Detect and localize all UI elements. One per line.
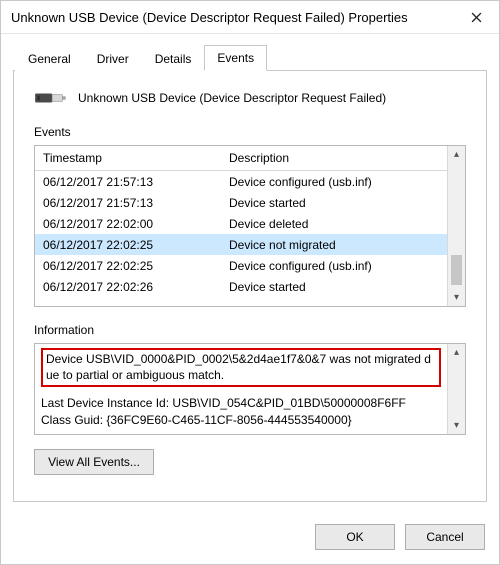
cell-description: Device not migrated bbox=[221, 236, 447, 254]
table-row[interactable]: 06/12/2017 22:02:26Device started bbox=[35, 276, 447, 297]
scroll-down-icon[interactable]: ▾ bbox=[448, 417, 465, 434]
tab-details[interactable]: Details bbox=[142, 46, 205, 71]
scroll-up-icon[interactable]: ▴ bbox=[448, 344, 465, 361]
cell-description: Device configured (usb.inf) bbox=[221, 173, 447, 191]
table-row[interactable]: 06/12/2017 22:02:25Device not migrated bbox=[35, 234, 447, 255]
scroll-up-icon[interactable]: ▴ bbox=[448, 146, 465, 163]
window-title: Unknown USB Device (Device Descriptor Re… bbox=[11, 10, 408, 25]
cell-description: Device configured (usb.inf) bbox=[221, 257, 447, 275]
cell-description: Device started bbox=[221, 194, 447, 212]
table-row[interactable]: 06/12/2017 22:02:25Device configured (us… bbox=[35, 255, 447, 276]
dialog-footer: OK Cancel bbox=[1, 514, 499, 564]
info-scrollbar[interactable]: ▴ ▾ bbox=[447, 344, 465, 434]
events-rows: 06/12/2017 21:57:13Device configured (us… bbox=[35, 171, 447, 303]
ok-button[interactable]: OK bbox=[315, 524, 395, 550]
table-row[interactable]: 06/12/2017 21:57:13Device started bbox=[35, 192, 447, 213]
cell-timestamp: 06/12/2017 21:57:13 bbox=[35, 173, 221, 191]
device-header: Unknown USB Device (Device Descriptor Re… bbox=[34, 87, 470, 109]
cell-timestamp: 06/12/2017 22:02:00 bbox=[35, 215, 221, 233]
properties-window: Unknown USB Device (Device Descriptor Re… bbox=[0, 0, 500, 565]
titlebar: Unknown USB Device (Device Descriptor Re… bbox=[1, 1, 499, 34]
cell-timestamp: 06/12/2017 21:57:13 bbox=[35, 194, 221, 212]
events-label: Events bbox=[34, 125, 466, 139]
tab-driver[interactable]: Driver bbox=[84, 46, 142, 71]
view-all-events-button[interactable]: View All Events... bbox=[34, 449, 154, 475]
tab-strip: General Driver Details Events bbox=[15, 44, 487, 70]
usb-connector-icon bbox=[34, 87, 68, 109]
cell-timestamp: 06/12/2017 22:02:25 bbox=[35, 257, 221, 275]
scroll-thumb[interactable] bbox=[451, 255, 462, 285]
information-label: Information bbox=[34, 323, 466, 337]
column-description[interactable]: Description bbox=[221, 146, 447, 170]
information-box: Device USB\VID_0000&PID_0002\5&2d4ae1f7&… bbox=[34, 343, 466, 435]
close-icon[interactable] bbox=[454, 1, 499, 33]
info-highlighted-text: Device USB\VID_0000&PID_0002\5&2d4ae1f7&… bbox=[41, 348, 441, 387]
cell-description: Device deleted bbox=[221, 215, 447, 233]
table-row[interactable]: 06/12/2017 21:57:13Device configured (us… bbox=[35, 171, 447, 192]
events-list: Timestamp Description 06/12/2017 21:57:1… bbox=[34, 145, 466, 307]
tab-events-body: Unknown USB Device (Device Descriptor Re… bbox=[13, 70, 487, 502]
scroll-down-icon[interactable]: ▾ bbox=[448, 289, 465, 306]
tab-general[interactable]: General bbox=[15, 46, 84, 71]
table-row[interactable]: 06/12/2017 22:02:00Device deleted bbox=[35, 213, 447, 234]
column-timestamp[interactable]: Timestamp bbox=[35, 146, 221, 170]
cell-description: Device started bbox=[221, 278, 447, 296]
device-name: Unknown USB Device (Device Descriptor Re… bbox=[78, 91, 386, 105]
cell-timestamp: 06/12/2017 22:02:25 bbox=[35, 236, 221, 254]
cancel-button[interactable]: Cancel bbox=[405, 524, 485, 550]
events-header: Timestamp Description bbox=[35, 146, 447, 171]
tab-events[interactable]: Events bbox=[204, 45, 267, 71]
events-scrollbar[interactable]: ▴ ▾ bbox=[447, 146, 465, 306]
cell-timestamp: 06/12/2017 22:02:26 bbox=[35, 278, 221, 296]
client-area: General Driver Details Events Unknown US… bbox=[1, 34, 499, 514]
info-details-text: Last Device Instance Id: USB\VID_054C&PI… bbox=[41, 396, 406, 426]
